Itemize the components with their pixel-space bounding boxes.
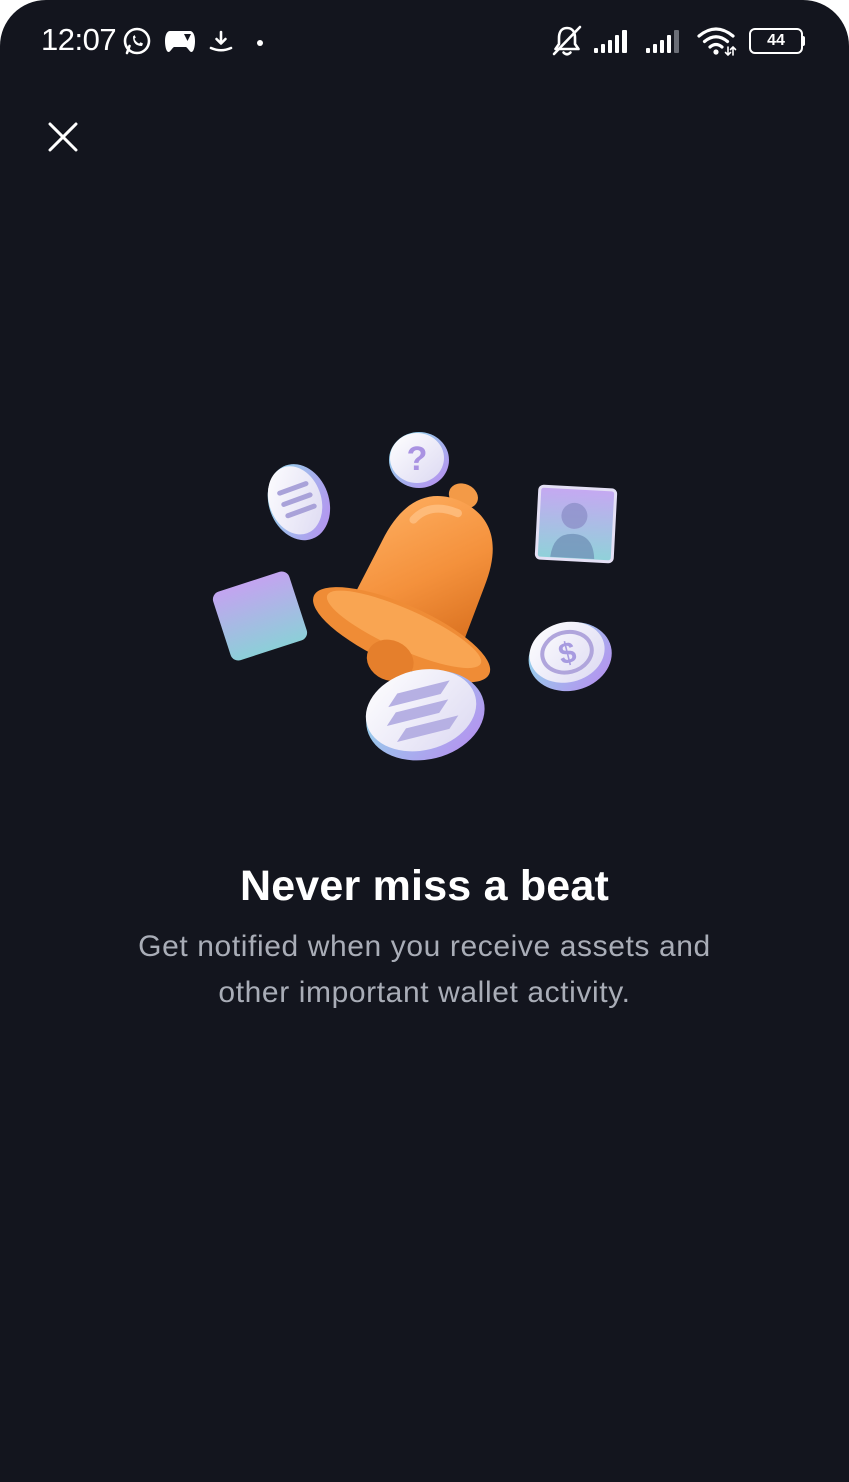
status-right-icons: 44 bbox=[541, 22, 805, 60]
download-icon bbox=[209, 30, 233, 52]
close-icon bbox=[48, 122, 78, 152]
status-left-icons bbox=[122, 24, 278, 58]
battery-icon: 44 bbox=[749, 28, 805, 54]
battery-cap bbox=[802, 36, 805, 46]
page-subtitle: Get notified when you receive assets and… bbox=[138, 930, 711, 1009]
signal-icon bbox=[646, 30, 679, 53]
status-bar: 12:07 44 bbox=[0, 0, 849, 80]
signal-icon bbox=[594, 30, 627, 53]
gradient-card-icon bbox=[212, 571, 308, 661]
battery-level: 44 bbox=[767, 32, 785, 49]
whatsapp-icon bbox=[123, 27, 151, 55]
bell-muted-icon bbox=[552, 25, 582, 56]
notification-illustration: ? $ bbox=[212, 432, 618, 761]
wifi-icon bbox=[697, 27, 737, 57]
question-badge-icon: ? bbox=[389, 432, 449, 488]
solana-coin-icon bbox=[267, 464, 331, 541]
dot-icon bbox=[257, 40, 263, 46]
profile-card-icon bbox=[534, 484, 618, 564]
game-controller-icon bbox=[165, 31, 195, 52]
close-button[interactable] bbox=[38, 112, 88, 162]
status-time: 12:07 bbox=[41, 22, 117, 57]
notification-permission-screen: 12:07 44 ? $ Never miss a beat Get notif… bbox=[0, 0, 849, 1482]
page-title: Never miss a beat bbox=[239, 862, 610, 910]
usdc-coin-icon: $ bbox=[528, 621, 612, 692]
svg-text:?: ? bbox=[407, 440, 428, 478]
